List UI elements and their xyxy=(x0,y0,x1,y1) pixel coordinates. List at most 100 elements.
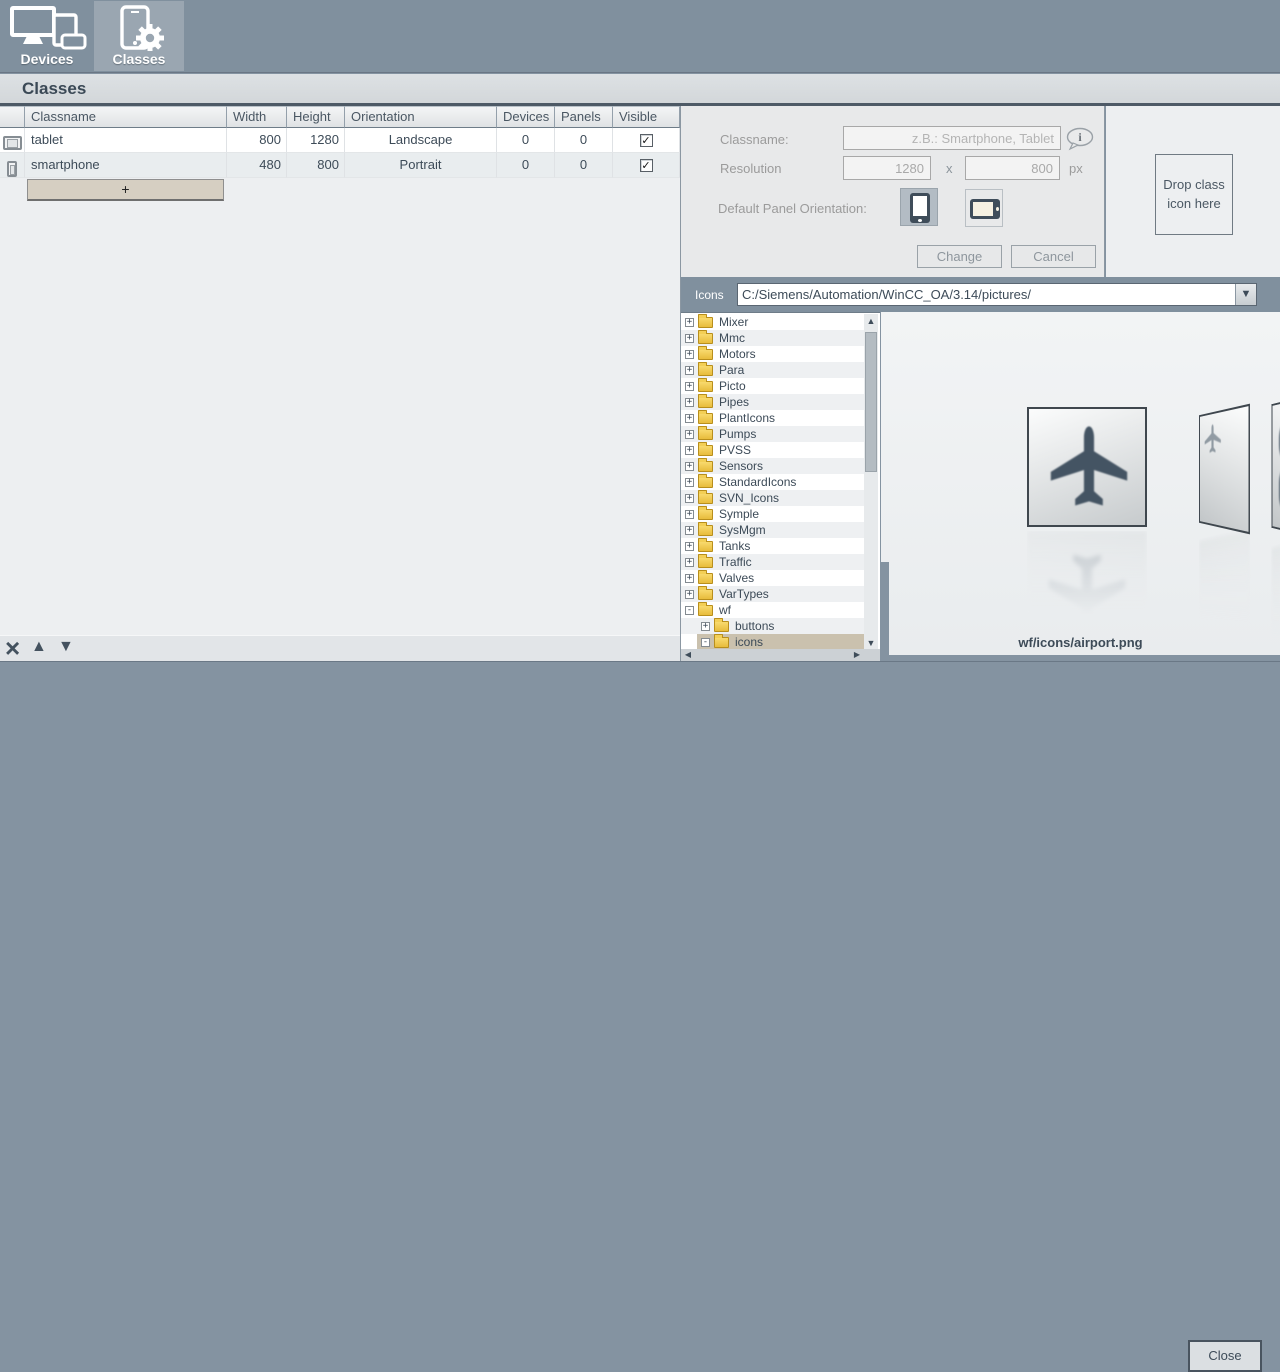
icons-path-combobox[interactable]: C:/Siemens/Automation/WinCC_OA/3.14/pict… xyxy=(737,283,1257,306)
tree-expander-icon[interactable]: + xyxy=(685,542,694,551)
tree-vertical-scrollbar[interactable]: ▲ ▼ xyxy=(864,314,878,650)
tree-folder-item[interactable]: - wf xyxy=(681,602,864,618)
tree-folder-item[interactable]: + buttons xyxy=(681,618,864,634)
default-orientation-label: Default Panel Orientation: xyxy=(718,201,867,216)
tree-expander-icon[interactable]: + xyxy=(685,526,694,535)
move-down-icon[interactable]: ▼ xyxy=(58,638,74,656)
tree-folder-item[interactable]: + StandardIcons xyxy=(681,474,864,490)
tree-folder-item[interactable]: - icons xyxy=(681,634,864,650)
classname-input[interactable] xyxy=(843,126,1061,150)
folder-icon xyxy=(698,605,713,616)
preview-left-edge xyxy=(881,562,889,655)
visible-checkbox[interactable]: ✓ xyxy=(640,134,653,147)
tree-expander-icon[interactable]: + xyxy=(685,558,694,567)
info-icon[interactable]: i xyxy=(1066,127,1094,156)
tree-folder-item[interactable]: + Mixer xyxy=(681,314,864,330)
tree-folder-item[interactable]: + Valves xyxy=(681,570,864,586)
devices-icon xyxy=(4,5,90,51)
tree-expander-icon[interactable]: + xyxy=(685,446,694,455)
column-header-devices[interactable]: Devices xyxy=(497,106,555,128)
tree-folder-item[interactable]: + Picto xyxy=(681,378,864,394)
tree-horizontal-scrollbar[interactable]: ◀ ▶ xyxy=(681,649,880,661)
tree-folder-item[interactable]: + SysMgm xyxy=(681,522,864,538)
airport-icon-tile[interactable] xyxy=(1027,407,1147,527)
tree-expander-icon[interactable]: + xyxy=(685,414,694,423)
tree-expander-icon[interactable]: + xyxy=(685,574,694,583)
table-row[interactable]: smartphone 480 800 Portrait 0 0 ✓ xyxy=(0,153,680,178)
next-icon-tile-2[interactable] xyxy=(1271,390,1280,541)
resolution-separator: x xyxy=(946,161,953,176)
tree-folder-label: SysMgm xyxy=(719,523,766,537)
tree-expander-icon[interactable]: + xyxy=(685,366,694,375)
tree-folder-item[interactable]: + Mmc xyxy=(681,330,864,346)
scroll-up-icon[interactable]: ▲ xyxy=(864,314,878,328)
column-header-classname[interactable]: Classname xyxy=(25,106,227,128)
devices-tab-button[interactable]: Devices xyxy=(4,1,90,71)
tree-folder-item[interactable]: + Motors xyxy=(681,346,864,362)
folder-icon xyxy=(698,541,713,552)
column-header-visible[interactable]: Visible xyxy=(613,106,680,128)
delete-class-icon[interactable]: × xyxy=(5,633,20,664)
column-header-width[interactable]: Width xyxy=(227,106,287,128)
tree-folder-item[interactable]: + Symple xyxy=(681,506,864,522)
tree-expander-icon[interactable]: + xyxy=(685,350,694,359)
tree-expander-icon[interactable]: + xyxy=(685,510,694,519)
tree-folder-item[interactable]: + VarTypes xyxy=(681,586,864,602)
column-header-height[interactable]: Height xyxy=(287,106,345,128)
column-header-orientation[interactable]: Orientation xyxy=(345,106,497,128)
portrait-orientation-button[interactable] xyxy=(900,188,938,226)
tree-folder-item[interactable]: + Tanks xyxy=(681,538,864,554)
scroll-left-icon[interactable]: ◀ xyxy=(681,649,695,661)
tree-folder-item[interactable]: + Sensors xyxy=(681,458,864,474)
bottom-bar: Close xyxy=(0,661,1280,720)
visible-checkbox[interactable]: ✓ xyxy=(640,159,653,172)
landscape-orientation-button[interactable] xyxy=(965,189,1003,227)
portrait-phone-icon xyxy=(910,193,930,223)
tree-folder-item[interactable]: + PlantIcons xyxy=(681,410,864,426)
resolution-width-input[interactable] xyxy=(843,156,931,180)
move-up-icon[interactable]: ▲ xyxy=(31,638,47,656)
tree-folder-item[interactable]: + SVN_Icons xyxy=(681,490,864,506)
column-header-icon[interactable] xyxy=(0,106,25,128)
close-button[interactable]: Close xyxy=(1188,1340,1262,1372)
tree-expander-icon[interactable]: + xyxy=(685,494,694,503)
tree-expander-icon[interactable]: + xyxy=(685,430,694,439)
tree-folder-item[interactable]: + PVSS xyxy=(681,442,864,458)
resolution-height-input[interactable] xyxy=(965,156,1060,180)
cancel-button[interactable]: Cancel xyxy=(1011,245,1096,268)
cell-classname: smartphone xyxy=(25,153,227,178)
folder-icon xyxy=(698,413,713,424)
classes-tab-button[interactable]: Classes xyxy=(94,1,184,71)
combobox-dropdown-icon[interactable]: ▼ xyxy=(1235,284,1256,305)
tree-folder-item[interactable]: + Traffic xyxy=(681,554,864,570)
next-icon-tile[interactable] xyxy=(1199,404,1250,535)
tree-expander-icon[interactable]: + xyxy=(685,462,694,471)
add-class-button[interactable]: + xyxy=(27,179,224,201)
airplane-glyph xyxy=(1043,419,1135,511)
tree-expander-icon[interactable]: + xyxy=(685,318,694,327)
tree-folder-item[interactable]: + Para xyxy=(681,362,864,378)
tree-folder-item[interactable]: + Pipes xyxy=(681,394,864,410)
table-header-row: Classname Width Height Orientation Devic… xyxy=(0,106,680,128)
tree-folder-item[interactable]: + Pumps xyxy=(681,426,864,442)
column-header-panels[interactable]: Panels xyxy=(555,106,613,128)
folder-icon xyxy=(698,557,713,568)
drop-class-icon-target[interactable]: Drop class icon here xyxy=(1155,154,1233,235)
tree-expander-icon[interactable]: + xyxy=(685,382,694,391)
scroll-right-icon[interactable]: ▶ xyxy=(850,649,864,661)
tree-expander-icon[interactable]: + xyxy=(685,334,694,343)
tree-folder-label: Symple xyxy=(719,507,759,521)
tree-folder-label: Sensors xyxy=(719,459,763,473)
tree-expander-icon[interactable]: + xyxy=(685,398,694,407)
tree-expander-icon[interactable]: - xyxy=(701,638,710,647)
change-button[interactable]: Change xyxy=(917,245,1002,268)
tree-expander-icon[interactable]: + xyxy=(685,478,694,487)
vertical-scroll-thumb[interactable] xyxy=(865,332,877,472)
tree-expander-icon[interactable]: + xyxy=(701,622,710,631)
table-row[interactable]: tablet 800 1280 Landscape 0 0 ✓ xyxy=(0,128,680,153)
folder-icon xyxy=(698,397,713,408)
tree-expander-icon[interactable]: - xyxy=(685,606,694,615)
tree-expander-icon[interactable]: + xyxy=(685,590,694,599)
folder-icon xyxy=(698,349,713,360)
scroll-down-icon[interactable]: ▼ xyxy=(864,636,878,650)
